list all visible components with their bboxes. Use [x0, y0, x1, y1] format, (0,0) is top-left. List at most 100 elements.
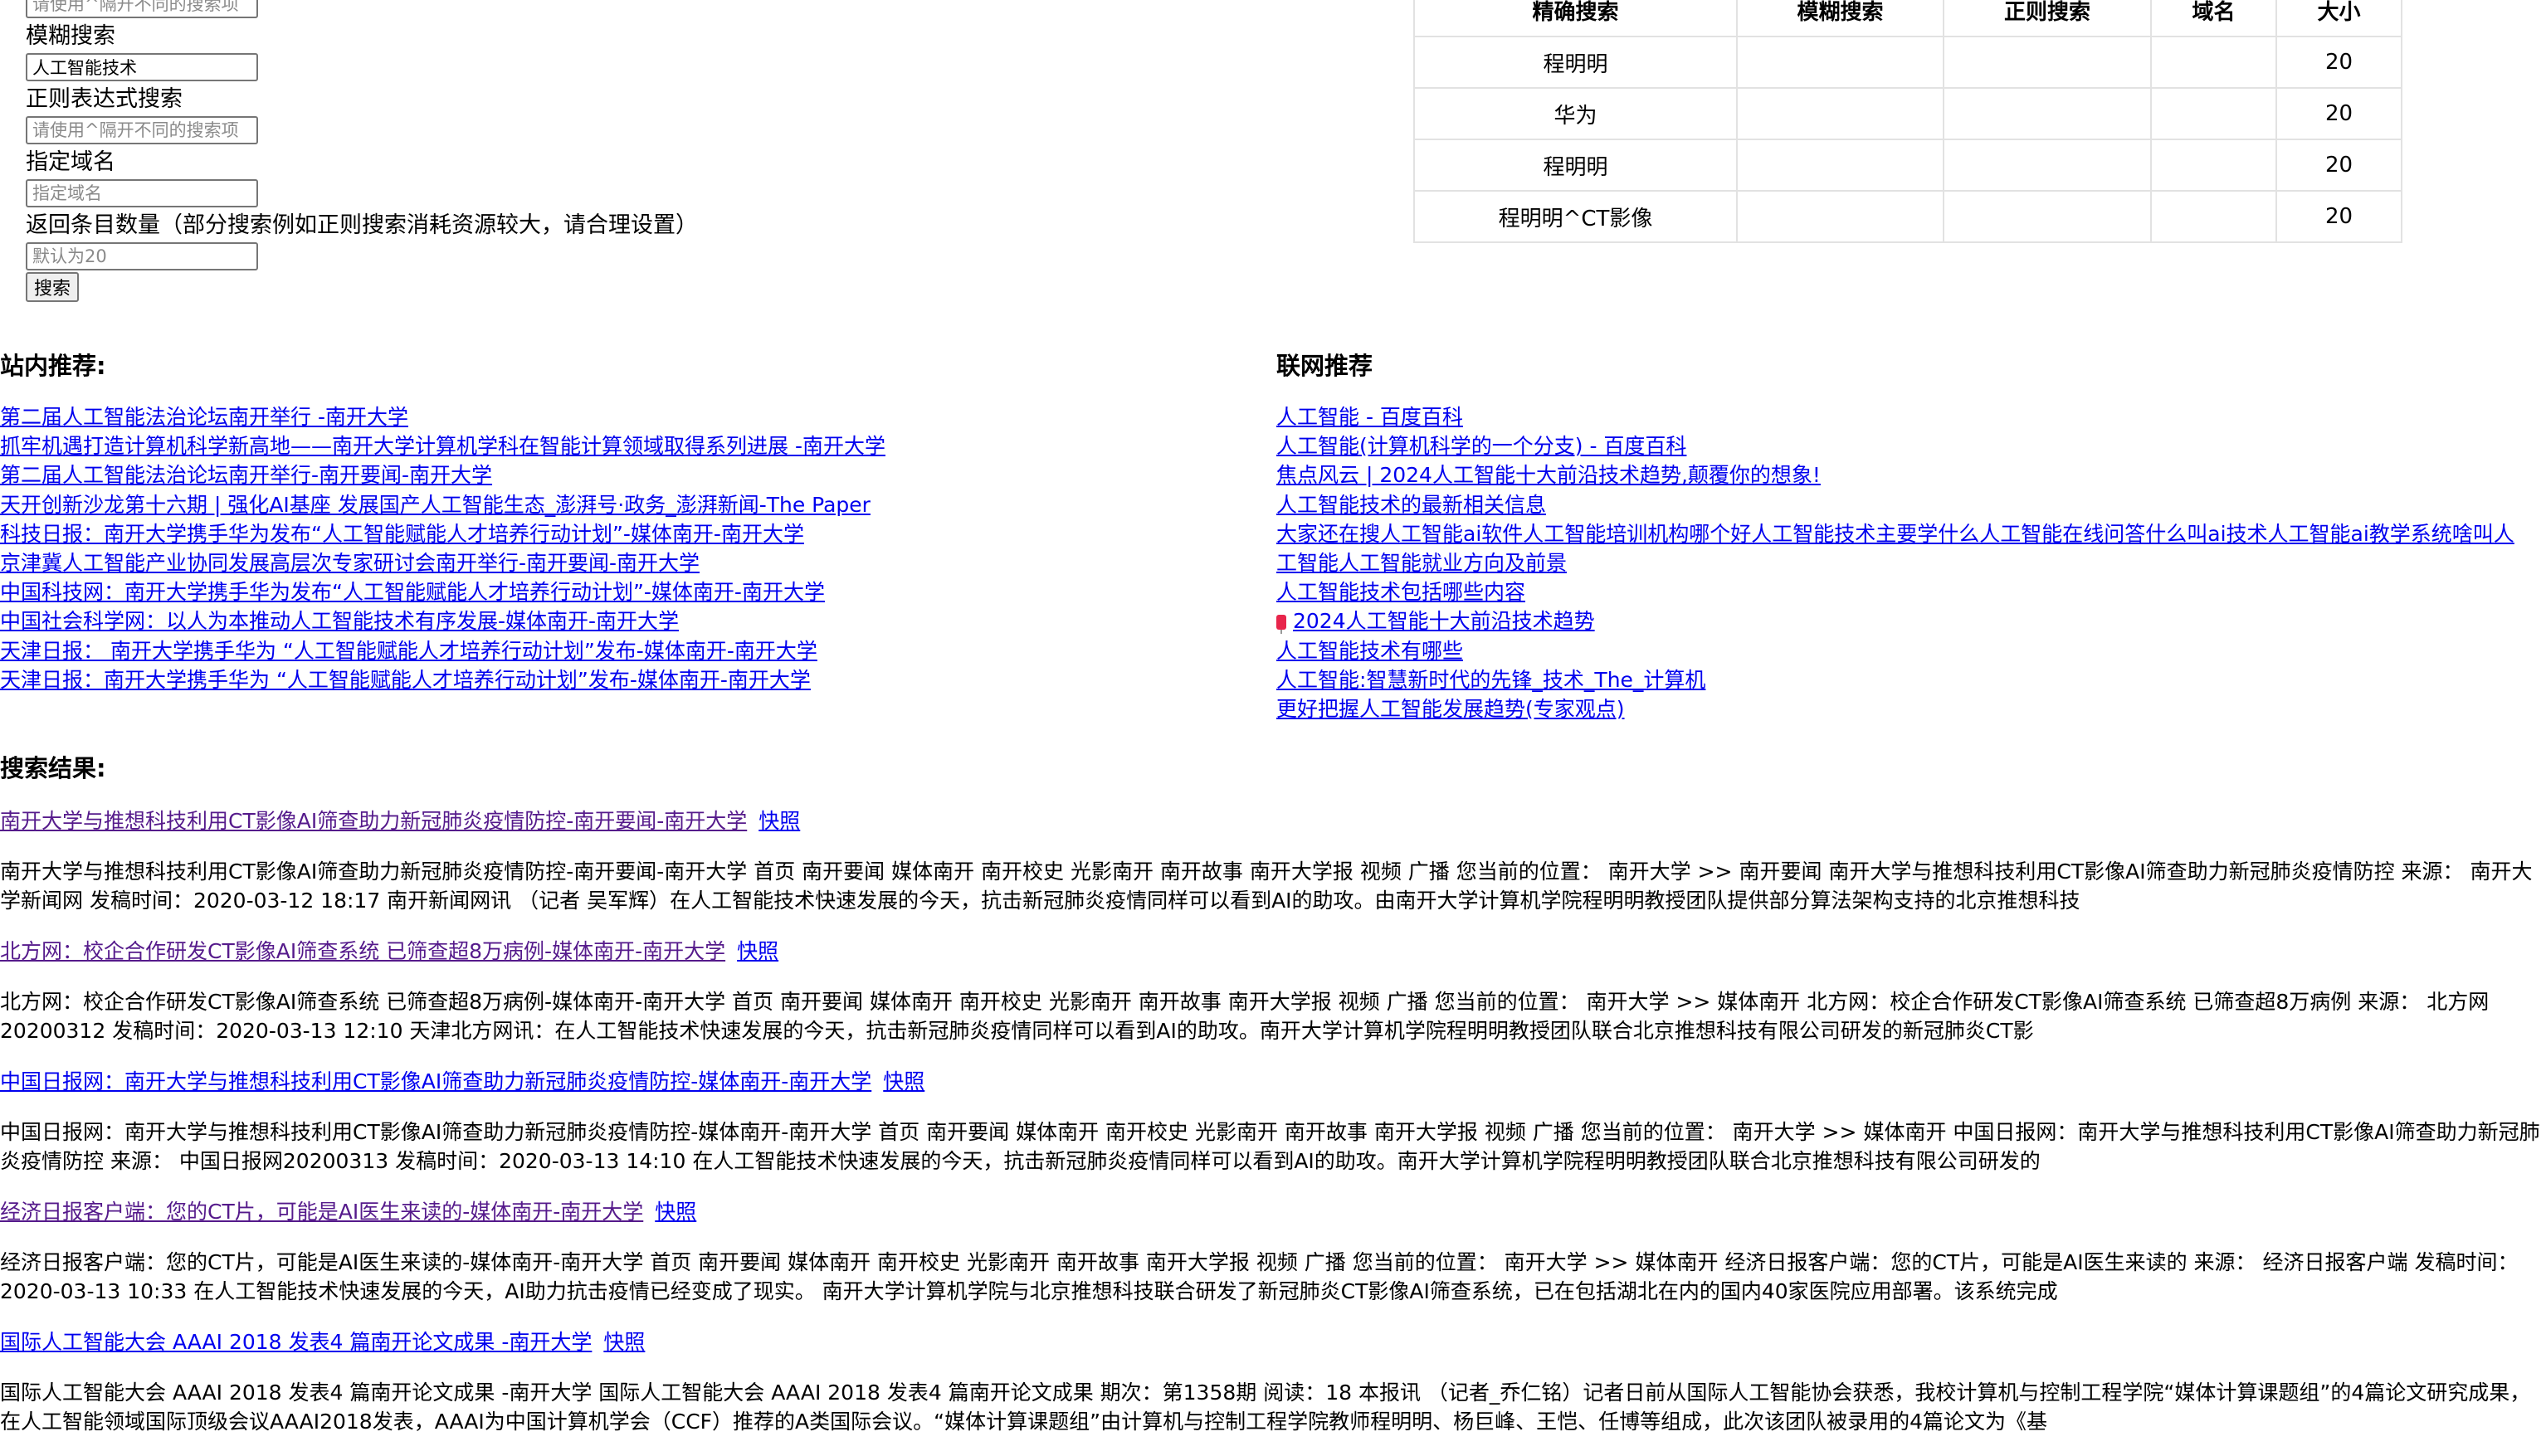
table-cell: [1736, 36, 1944, 89]
result-title-link[interactable]: 南开大学与推想科技利用CT影像AI筛查助力新冠肺炎疫情防控-南开要闻-南开大学: [0, 809, 747, 833]
result-count-label: 返回条目数量（部分搜索例如正则搜索消耗资源较大，请合理设置）: [26, 212, 698, 238]
web-recommend-link[interactable]: 人工智能技术有哪些: [1276, 636, 1463, 665]
snapshot-link[interactable]: 快照: [883, 1069, 924, 1093]
web-recommend-link-text: 工智能人工智能就业方向及前景: [1276, 551, 1568, 576]
table-cell: [1736, 139, 1944, 192]
snapshot-link[interactable]: 快照: [737, 939, 778, 963]
result-title-link[interactable]: 中国日报网：南开大学与推想科技利用CT影像AI筛查助力新冠肺炎疫情防控-媒体南开…: [0, 1069, 871, 1093]
col-fuzzy: 模糊搜索: [1736, 0, 1944, 37]
site-recommend-link[interactable]: 天开创新沙龙第十六期 | 强化AI基座 发展国产人工智能生态_澎湃号·政务_澎湃…: [0, 490, 871, 519]
table-cell: 华为: [1413, 87, 1738, 140]
table-cell: 20: [2275, 190, 2402, 243]
table-cell: [1736, 87, 1944, 140]
col-size: 大小: [2275, 0, 2402, 37]
web-recommend-link-text: 人工智能技术包括哪些内容: [1276, 580, 1526, 605]
search-button[interactable]: 搜索: [26, 272, 80, 302]
table-header-row: 精确搜索 模糊搜索 正则搜索 域名 大小: [1413, 0, 2402, 37]
table-row: 程明明 20: [1413, 36, 2402, 89]
web-recommend-link[interactable]: 人工智能(计算机科学的一个分支) - 百度百科: [1276, 431, 1686, 460]
search-result: 北方网：校企合作研发CT影像AI筛查系统 已筛查超8万病例-媒体南开-南开大学快…: [0, 935, 2543, 1065]
site-recommend-link[interactable]: 第二届人工智能法治论坛南开举行-南开要闻-南开大学: [0, 460, 492, 489]
web-recommend-link-text: 焦点风云 | 2024人工智能十大前沿技术趋势,颠覆你的想象!: [1276, 463, 1821, 488]
web-recommend-link[interactable]: 人工智能技术的最新相关信息: [1276, 490, 1546, 519]
col-exact: 精确搜索: [1413, 0, 1738, 37]
web-recommend-link[interactable]: 焦点风云 | 2024人工智能十大前沿技术趋势,颠覆你的想象!: [1276, 460, 1821, 489]
result-snippet: 北方网：校企合作研发CT影像AI筛查系统 已筛查超8万病例-媒体南开-南开大学 …: [0, 990, 2490, 1043]
result-title-link[interactable]: 经济日报客户端：您的CT片，可能是AI医生来读的-媒体南开-南开大学: [0, 1200, 643, 1224]
snapshot-link[interactable]: 快照: [603, 1330, 645, 1354]
search-form: 模糊搜索 正则表达式搜索 指定域名 返回条目数量（部分搜索例如正则搜索消耗资源较…: [26, 0, 856, 302]
search-result: 国际人工智能大会 AAAI 2018 发表4 篇南开论文成果 -南开大学 快照国际…: [0, 1326, 2543, 1456]
web-recommend-link[interactable]: 人工智能 - 百度百科: [1276, 402, 1463, 431]
table-cell: [1943, 87, 2152, 140]
result-title-link[interactable]: 国际人工智能大会 AAAI 2018 发表4 篇南开论文成果 -南开大学: [0, 1330, 592, 1354]
table-cell: 20: [2275, 139, 2402, 192]
site-recommend-link[interactable]: 抓牢机遇打造计算机科学新高地——南开大学计算机学科在智能计算领域取得系列进展 -…: [0, 431, 885, 460]
regex-search-input[interactable]: [26, 116, 258, 144]
web-recommend-list: 人工智能 - 百度百科人工智能(计算机科学的一个分支) - 百度百科焦点风云 |…: [1276, 402, 2514, 723]
snapshot-link[interactable]: 快照: [758, 809, 800, 833]
table-cell: 程明明: [1413, 36, 1738, 89]
table-row: 程明明 20: [1413, 139, 2402, 192]
result-count-input[interactable]: [26, 242, 258, 270]
site-recommend-link[interactable]: 中国社会科学网：以人为本推动人工智能技术有序发展-媒体南开-南开大学: [0, 606, 679, 635]
web-recommend-link[interactable]: 人工智能技术包括哪些内容: [1276, 577, 1525, 606]
results-list: 南开大学与推想科技利用CT影像AI筛查助力新冠肺炎疫情防控-南开要闻-南开大学快…: [0, 805, 2543, 1456]
web-recommend-link-text: 人工智能 - 百度百科: [1276, 405, 1463, 429]
domain-label: 指定域名: [26, 149, 115, 175]
fuzzy-search-input[interactable]: [26, 53, 258, 81]
result-snippet: 经济日报客户端：您的CT片，可能是AI医生来读的-媒体南开-南开大学 首页 南开…: [0, 1250, 2519, 1303]
web-recommend-link[interactable]: 工智能人工智能就业方向及前景: [1276, 548, 1567, 577]
result-snippet: 南开大学与推想科技利用CT影像AI筛查助力新冠肺炎疫情防控-南开要闻-南开大学 …: [0, 859, 2533, 913]
table-cell: [1943, 36, 2152, 89]
result-snippet: 国际人工智能大会 AAAI 2018 发表4 篇南开论文成果 -南开大学 国际人…: [0, 1381, 2531, 1434]
web-recommend-link[interactable]: 人工智能:智慧新时代的先锋_技术_The_计算机: [1276, 665, 1705, 694]
table-cell: [1943, 190, 2152, 243]
site-recommend-link[interactable]: 第二届人工智能法治论坛南开举行 -南开大学: [0, 402, 408, 431]
fuzzy-search-label: 模糊搜索: [26, 23, 115, 49]
web-recommend-heading: 联网推荐: [1276, 352, 1373, 380]
domain-input[interactable]: [26, 179, 258, 207]
result-title-link[interactable]: 北方网：校企合作研发CT影像AI筛查系统 已筛查超8万病例-媒体南开-南开大学: [0, 939, 725, 963]
web-recommend-link-text: 人工智能技术有哪些: [1276, 638, 1464, 663]
pin-icon: [1276, 615, 1286, 635]
site-recommend-link[interactable]: 天津日报： 南开大学携手华为 “人工智能赋能人才培养行动计划”发布-媒体南开-南…: [0, 636, 817, 665]
table-cell: [1943, 139, 2152, 192]
web-recommend-link[interactable]: 更好把握人工智能发展趋势(专家观点): [1276, 694, 1625, 723]
table-row: 程明明^CT影像 20: [1413, 190, 2402, 243]
site-recommend-list: 第二届人工智能法治论坛南开举行 -南开大学 抓牢机遇打造计算机科学新高地——南开大…: [0, 402, 885, 694]
table-cell: [2150, 87, 2277, 140]
web-recommend-link[interactable]: 2024人工智能十大前沿技术趋势: [1276, 606, 1595, 635]
web-recommend-link-text: 人工智能(计算机科学的一个分支) - 百度百科: [1276, 434, 1687, 459]
regex-search-label: 正则表达式搜索: [26, 86, 183, 112]
search-history-table: 精确搜索 模糊搜索 正则搜索 域名 大小 程明明 20 华为 20 程明明 20 程明明^C…: [1413, 0, 2402, 243]
site-recommend-link[interactable]: 中国科技网：南开大学携手华为发布“人工智能赋能人才培养行动计划”-媒体南开-南开…: [0, 577, 825, 606]
web-recommend-link[interactable]: 大家还在搜人工智能ai软件人工智能培训机构哪个好人工智能技术主要学什么人工智能在…: [1276, 519, 2514, 548]
search-result: 经济日报客户端：您的CT片，可能是AI医生来读的-媒体南开-南开大学 快照经济日报…: [0, 1195, 2543, 1326]
site-recommend-link[interactable]: 天津日报：南开大学携手华为 “人工智能赋能人才培养行动计划”发布-媒体南开-南开…: [0, 665, 811, 694]
site-recommend-heading: 站内推荐:: [0, 352, 106, 380]
table-cell: 20: [2275, 36, 2402, 89]
search-result: 南开大学与推想科技利用CT影像AI筛查助力新冠肺炎疫情防控-南开要闻-南开大学快…: [0, 805, 2543, 935]
search-result: 中国日报网：南开大学与推想科技利用CT影像AI筛查助力新冠肺炎疫情防控-媒体南开…: [0, 1065, 2543, 1195]
exact-search-input[interactable]: [26, 0, 258, 18]
web-recommend-link-text: 更好把握人工智能发展趋势(专家观点): [1276, 697, 1625, 722]
site-recommend-link[interactable]: 科技日报：南开大学携手华为发布“人工智能赋能人才培养行动计划”-媒体南开-南开大…: [0, 519, 804, 548]
web-recommend-link-text: 2024人工智能十大前沿技术趋势: [1293, 609, 1595, 634]
web-recommend-link-text: 大家还在搜人工智能ai软件人工智能培训机构哪个好人工智能技术主要学什么人工智能在…: [1276, 521, 2514, 546]
table-cell: [2150, 36, 2277, 89]
web-recommend-link-text: 人工智能:智慧新时代的先锋_技术_The_计算机: [1276, 667, 1706, 692]
site-recommend-link[interactable]: 京津冀人工智能产业协同发展高层次专家研讨会南开举行-南开要闻-南开大学: [0, 548, 700, 577]
table-cell: 程明明^CT影像: [1413, 190, 1738, 243]
table-row: 华为 20: [1413, 87, 2402, 140]
table-cell: 程明明: [1413, 139, 1738, 192]
col-domain: 域名: [2150, 0, 2277, 37]
table-cell: 20: [2275, 87, 2402, 140]
table-cell: [1736, 190, 1944, 243]
snapshot-link[interactable]: 快照: [655, 1200, 696, 1224]
table-cell: [2150, 190, 2277, 243]
col-regex: 正则搜索: [1943, 0, 2152, 37]
result-snippet: 中国日报网：南开大学与推想科技利用CT影像AI筛查助力新冠肺炎疫情防控-媒体南开…: [0, 1120, 2540, 1173]
table-cell: [2150, 139, 2277, 192]
results-heading: 搜索结果:: [0, 754, 106, 782]
